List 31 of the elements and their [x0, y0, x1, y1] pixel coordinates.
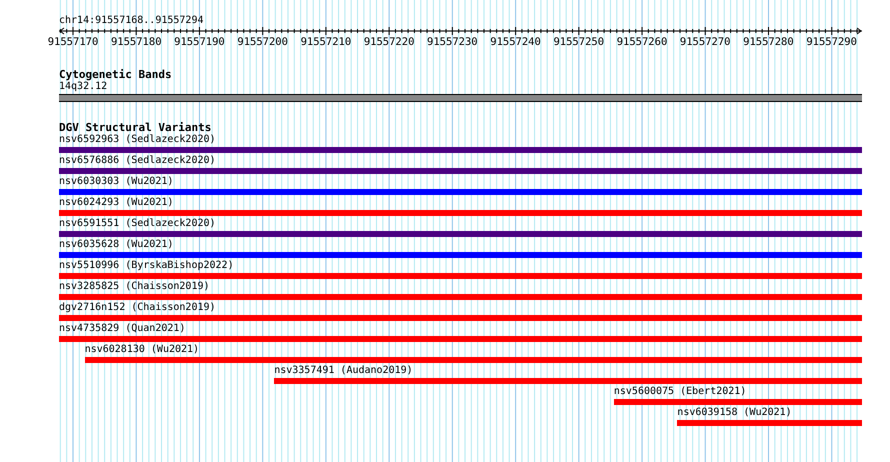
variant-label: nsv6576886 (Sedlazeck2020)	[59, 155, 217, 167]
variant-label: nsv6035628 (Wu2021)	[59, 239, 174, 251]
variant-label: nsv6592963 (Sedlazeck2020)	[59, 134, 217, 146]
track-title: DGV Structural Variants	[59, 122, 212, 134]
ruler-tick-label: 91557270	[678, 35, 732, 49]
variant-label: nsv3357491 (Audano2019)	[274, 365, 414, 377]
ruler-tick-label: 91557290	[805, 35, 858, 49]
variant-label: nsv5600075 (Ebert2021)	[614, 386, 748, 398]
ruler-tick-label: 91557280	[742, 35, 795, 49]
ruler-tick-label: 91557220	[362, 35, 416, 49]
ruler-tick-label: 91557230	[426, 35, 479, 49]
variant-label: nsv6591551 (Sedlazeck2020)	[59, 218, 217, 230]
region-label: chr14:91557168..91557294	[59, 15, 204, 27]
ruler-tick-label: 91557240	[489, 35, 542, 49]
ruler-tick-label: 91557200	[236, 35, 289, 49]
ruler-tick-label: 91557210	[300, 35, 352, 49]
variant-label: nsv3285825 (Chaisson2019)	[59, 281, 211, 293]
variant-label: nsv6028130 (Wu2021)	[84, 344, 200, 356]
ruler-tick-label: 91557250	[552, 35, 606, 49]
ruler-tick-label: 91557180	[110, 35, 163, 49]
ruler-tick-label: 91557260	[616, 35, 668, 49]
variant-label: nsv6039158 (Wu2021)	[677, 407, 793, 419]
band-label: 14q32.12	[59, 81, 108, 93]
track-title: Cytogenetic Bands	[59, 69, 173, 81]
ruler-tick-label: 91557190	[173, 35, 226, 49]
variant-label: dgv2716n152 (Chaisson2019)	[59, 302, 217, 314]
ruler-tick-label: 91557170	[46, 35, 100, 49]
variant-label: nsv4735829 (Quan2021)	[59, 323, 186, 335]
variant-label: nsv5510996 (ByrskaBishop2022)	[59, 260, 235, 272]
variant-label: nsv6030303 (Wu2021)	[59, 176, 174, 188]
variant-label: nsv6024293 (Wu2021)	[59, 197, 174, 209]
